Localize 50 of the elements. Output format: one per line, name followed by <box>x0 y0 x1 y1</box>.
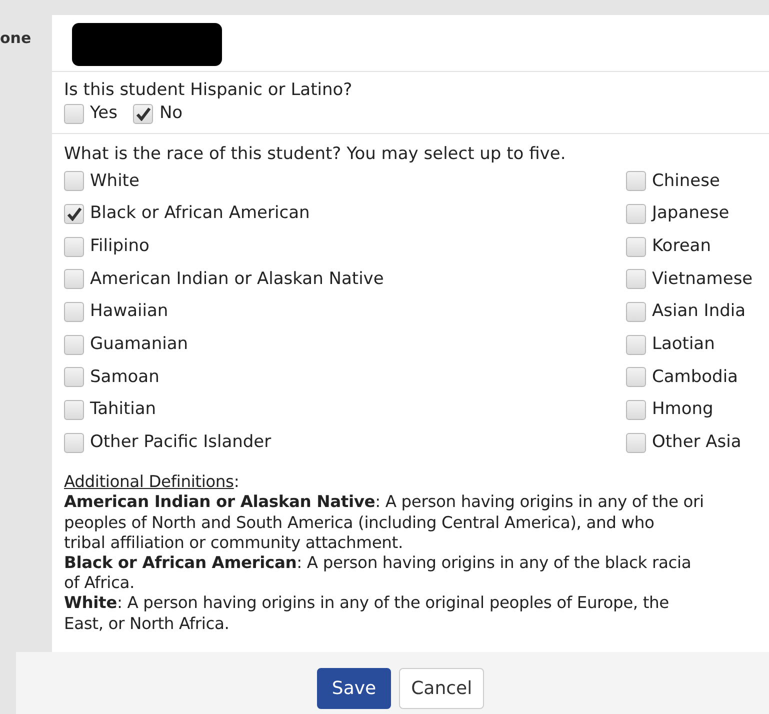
checkbox[interactable] <box>626 269 646 290</box>
option-label: White <box>90 170 140 193</box>
checkbox[interactable] <box>133 104 154 124</box>
checkbox[interactable] <box>64 367 84 388</box>
checkbox[interactable] <box>64 171 84 192</box>
checkbox[interactable] <box>626 367 646 388</box>
option-label: No <box>159 102 183 126</box>
option-label: Black or African American <box>90 202 310 226</box>
checkbox[interactable] <box>626 334 646 355</box>
field-label: one <box>0 28 32 49</box>
checkbox[interactable] <box>64 400 84 420</box>
checkbox[interactable] <box>64 269 84 290</box>
option-label: Chinese <box>652 170 720 193</box>
option-label: Guamanian <box>90 333 188 356</box>
option-label: Asian India <box>652 300 746 324</box>
checkbox[interactable] <box>64 104 84 124</box>
option-label: Vietnamese <box>652 268 753 291</box>
checkbox[interactable] <box>64 236 84 257</box>
checkbox[interactable] <box>626 171 646 192</box>
checkbox[interactable] <box>626 432 646 453</box>
checkbox[interactable] <box>64 432 84 453</box>
option-label: Tahitian <box>90 398 156 422</box>
colon-text: : <box>234 472 240 492</box>
save-button[interactable]: Save <box>316 668 392 708</box>
question-text: Is this student Hispanic or Latino? <box>64 80 354 101</box>
option-label: Filipino <box>90 234 150 258</box>
checkbox[interactable] <box>64 302 84 322</box>
option-label: Hawaiian <box>90 300 168 324</box>
checkbox[interactable] <box>626 400 646 420</box>
option-label: Korean <box>652 234 711 258</box>
option-label: Other Asia <box>652 431 742 454</box>
cancel-button[interactable]: Cancel <box>399 668 484 708</box>
option-label: American Indian or Alaskan Native <box>90 268 384 291</box>
option-label: Other Pacific Islander <box>90 431 272 454</box>
option-label: Japanese <box>652 202 730 226</box>
question-text: What is the race of this student? You may select up to five. <box>64 144 567 165</box>
option-label: Cambodia <box>652 366 738 389</box>
checkbox[interactable] <box>626 236 646 257</box>
definition-text: White: A person having origins in any of the original peoples of Europe, the East, or North Africa. <box>64 593 670 634</box>
checkbox[interactable] <box>64 204 84 224</box>
checkbox[interactable] <box>626 204 646 224</box>
checkbox[interactable] <box>626 302 646 322</box>
checkbox[interactable] <box>64 334 84 355</box>
option-label: Yes <box>90 102 118 126</box>
option-label: Laotian <box>652 333 715 356</box>
definition-text: Black or African American: A person having origins in any of the black racia of Africa. <box>64 553 692 594</box>
definition-text: American Indian or Alaskan Native: A person having origins in any of the ori peoples of North and South America (including Central America), and who tribal affiliation or community attachment. <box>64 492 705 553</box>
option-label: Samoan <box>90 366 160 389</box>
option-label: Hmong <box>652 398 714 422</box>
section-heading: Additional Definitions <box>64 472 234 492</box>
